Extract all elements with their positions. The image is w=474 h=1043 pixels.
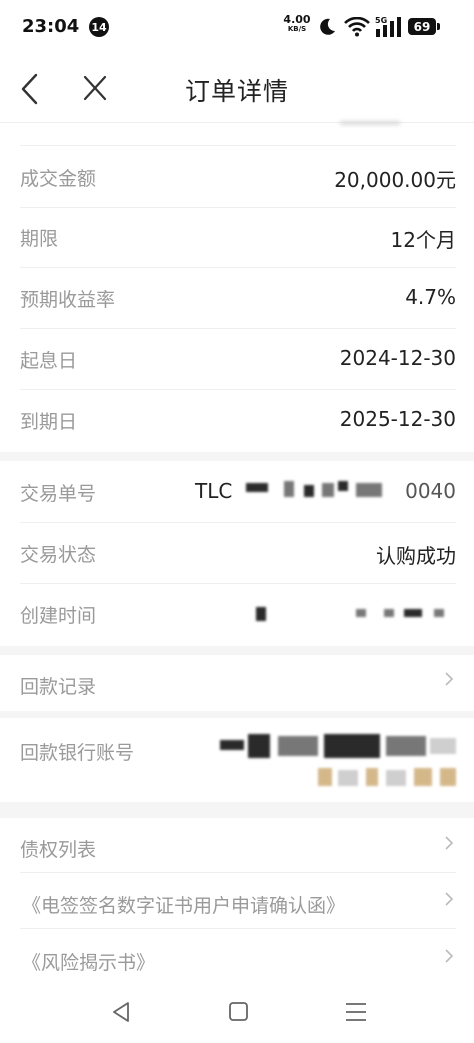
transaction-number-row: 交易单号 TLC 0040 (20, 461, 456, 523)
maturity-date-value: 2025-12-30 (339, 407, 456, 431)
chevron-right-icon (444, 948, 454, 968)
redacted-block (284, 481, 294, 497)
amount-value: 20,000.00元 (334, 168, 456, 192)
start-date-value: 2024-12-30 (339, 346, 456, 370)
redacted-block (278, 736, 318, 756)
scrolled-content-hint (340, 121, 400, 125)
redacted-block (440, 768, 456, 786)
certificate-confirmation-label: 《电签签名数字证书用户申请确认函》 (22, 895, 346, 917)
risk-disclosure-label: 《风险揭示书》 (22, 952, 156, 974)
order-info-card: 成交金额 20,000.00元 期限 12个月 预期收益率 4.7% 起息日 2… (0, 121, 474, 452)
redacted-block (338, 770, 358, 786)
status-bar: 23:04 14 4.00 KB/S 5G 69 (0, 0, 474, 56)
redacted-block (434, 609, 444, 617)
redacted-block (304, 485, 314, 497)
redacted-block (324, 734, 380, 758)
redacted-block (338, 481, 348, 491)
order-row-term: 期限 12个月 (20, 206, 456, 268)
redacted-block (414, 768, 432, 786)
redacted-block (356, 609, 366, 617)
redacted-block (322, 483, 334, 497)
transaction-status-row: 交易状态 认购成功 (20, 522, 456, 584)
transaction-card: 交易单号 TLC 0040 交易状态 认购成功 创建时间 (0, 461, 474, 646)
redacted-block (220, 740, 244, 750)
wifi-icon (344, 16, 370, 41)
created-time-label: 创建时间 (20, 605, 97, 627)
chevron-right-icon (444, 835, 454, 855)
redacted-block (366, 768, 378, 786)
system-back-icon[interactable] (110, 1000, 132, 1028)
document-row-certificate-confirmation[interactable]: 《电签签名数字证书用户申请确认函》 (20, 873, 456, 929)
transaction-number-prefix: TLC (195, 479, 233, 503)
amount-label: 成交金额 (20, 168, 97, 190)
documents-card: 债权列表 《电签签名数字证书用户申请确认函》 《风险揭示书》 (0, 818, 474, 985)
system-navigation-bar (0, 985, 474, 1043)
repayment-record-card[interactable]: 回款记录 (0, 655, 474, 711)
repayment-record-label: 回款记录 (20, 676, 97, 698)
transaction-number-label: 交易单号 (20, 483, 97, 505)
navigation-bar: 订单详情 (0, 56, 474, 123)
transaction-number-suffix: 0040 (405, 479, 456, 503)
redacted-block (386, 736, 426, 756)
system-home-icon[interactable] (228, 1001, 250, 1027)
order-row-start-date: 起息日 2024-12-30 (20, 328, 456, 390)
network-type-label: 5G (375, 16, 387, 25)
transaction-status-value: 认购成功 (376, 544, 456, 568)
redacted-block (248, 734, 270, 758)
redacted-block (318, 768, 332, 786)
chevron-right-icon (444, 671, 454, 691)
document-row-claims-list[interactable]: 债权列表 (20, 818, 456, 873)
bank-account-row: 回款银行账号 (20, 718, 456, 802)
redacted-block (404, 609, 422, 617)
maturity-date-label: 到期日 (20, 411, 78, 433)
redacted-block (430, 738, 456, 754)
network-speed-unit: KB/S (287, 25, 307, 33)
yield-value: 4.7% (405, 285, 456, 309)
term-label: 期限 (20, 228, 59, 250)
cellular-signal-icon: 5G (375, 15, 403, 43)
bank-account-label: 回款银行账号 (20, 742, 135, 764)
order-row-amount: 成交金额 20,000.00元 (20, 145, 456, 208)
moon-icon (317, 17, 337, 41)
system-recents-icon[interactable] (344, 1001, 368, 1027)
network-speed: 4.00 KB/S (282, 14, 312, 33)
redacted-block (246, 483, 268, 492)
redacted-block (386, 770, 406, 786)
notification-count-badge: 14 (89, 17, 109, 37)
redacted-block (384, 609, 394, 617)
battery-tip (437, 23, 440, 30)
term-value: 12个月 (390, 228, 456, 252)
start-date-label: 起息日 (20, 350, 78, 372)
transaction-status-label: 交易状态 (20, 544, 97, 566)
page-title: 订单详情 (184, 77, 289, 106)
bank-account-card: 回款银行账号 (0, 718, 474, 802)
redacted-block (356, 483, 382, 497)
status-time: 23:04 (22, 16, 80, 37)
document-row-risk-disclosure[interactable]: 《风险揭示书》 (20, 929, 456, 984)
chevron-right-icon (444, 891, 454, 911)
battery-icon: 69 (408, 18, 436, 35)
yield-label: 预期收益率 (20, 289, 116, 311)
redacted-block (256, 607, 266, 621)
order-row-yield: 预期收益率 4.7% (20, 267, 456, 329)
repayment-record-row[interactable]: 回款记录 (20, 655, 456, 711)
order-row-maturity-date: 到期日 2025-12-30 (20, 389, 456, 450)
claims-list-label: 债权列表 (20, 839, 97, 861)
created-time-row: 创建时间 (20, 583, 456, 644)
